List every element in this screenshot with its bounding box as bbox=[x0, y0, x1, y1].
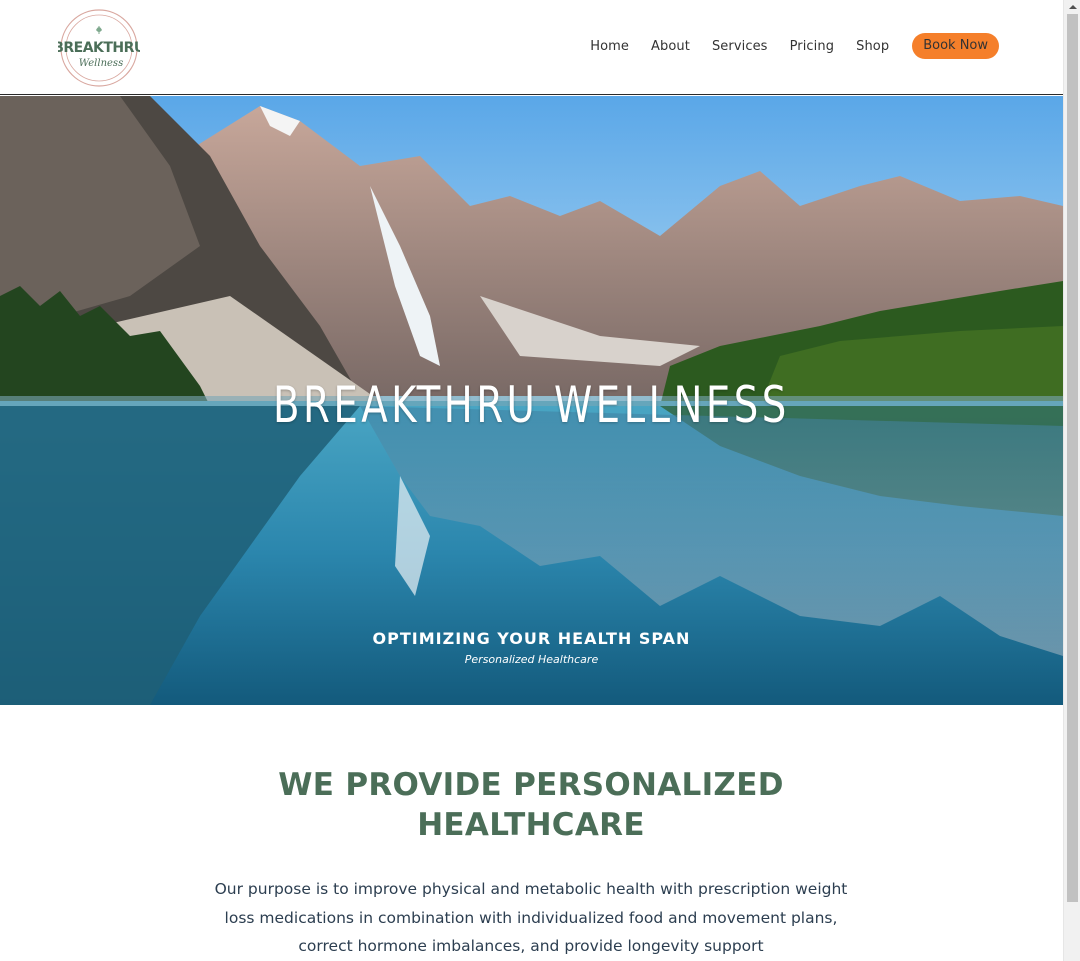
book-now-button[interactable]: Book Now bbox=[912, 33, 999, 59]
page-scrollbar[interactable] bbox=[1063, 0, 1080, 961]
nav-shop[interactable]: Shop bbox=[856, 39, 889, 54]
hero-banner: BREAKTHRU WELLNESS OPTIMIZING YOUR HEALT… bbox=[0, 96, 1063, 705]
site-header: BREAKTHRU Wellness Home About Services P… bbox=[0, 0, 1063, 95]
nav-about[interactable]: About bbox=[651, 39, 690, 54]
hero-tagline: Personalized Healthcare bbox=[464, 653, 599, 666]
logo-script: Wellness bbox=[79, 58, 123, 69]
nav-pricing[interactable]: Pricing bbox=[790, 39, 835, 54]
nav-services[interactable]: Services bbox=[712, 39, 768, 54]
nav-home[interactable]: Home bbox=[590, 39, 629, 54]
logo-emblem-icon: BREAKTHRU Wellness bbox=[58, 9, 140, 87]
intro-heading: WE PROVIDE PERSONALIZED HEALTHCARE bbox=[278, 767, 784, 843]
scroll-thumb[interactable] bbox=[1067, 14, 1078, 902]
intro-body: Our purpose is to improve physical and m… bbox=[214, 880, 848, 955]
breakthru-logo[interactable]: BREAKTHRU Wellness bbox=[58, 8, 140, 88]
hero-subtitle: OPTIMIZING YOUR HEALTH SPAN bbox=[372, 629, 691, 648]
main-nav: Home About Services Pricing Shop Book No… bbox=[590, 33, 999, 59]
intro-section: WE PROVIDE PERSONALIZED HEALTHCARE Our p… bbox=[0, 705, 1063, 961]
hero-title: BREAKTHRU WELLNESS bbox=[273, 376, 790, 434]
scroll-up-arrow-icon[interactable] bbox=[1064, 0, 1080, 14]
logo-name: BREAKTHRU bbox=[58, 40, 140, 56]
